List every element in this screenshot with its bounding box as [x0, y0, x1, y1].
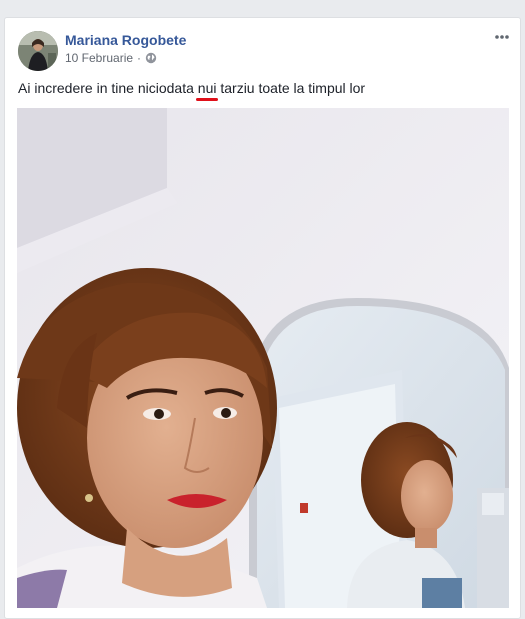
post-photo[interactable] [17, 108, 509, 608]
more-options-icon[interactable] [492, 30, 512, 42]
post-text: Ai incredere in tine niciodata nui tarzi… [18, 80, 365, 96]
meta-separator: · [137, 51, 142, 65]
post-text-before: Ai incredere in tine niciodata [18, 80, 198, 96]
author-name[interactable]: Mariana Rogobete [65, 32, 186, 48]
misspelled-word: nui [197, 80, 217, 96]
post-date[interactable]: 10 Februarie [65, 51, 133, 65]
post-meta: 10 Februarie · [65, 51, 157, 65]
avatar[interactable] [18, 31, 58, 71]
post-card: Mariana Rogobete 10 Februarie · Ai incre… [4, 17, 521, 619]
globe-icon[interactable] [145, 52, 157, 64]
post-text-after: tarziu toate la timpul lor [216, 80, 366, 96]
